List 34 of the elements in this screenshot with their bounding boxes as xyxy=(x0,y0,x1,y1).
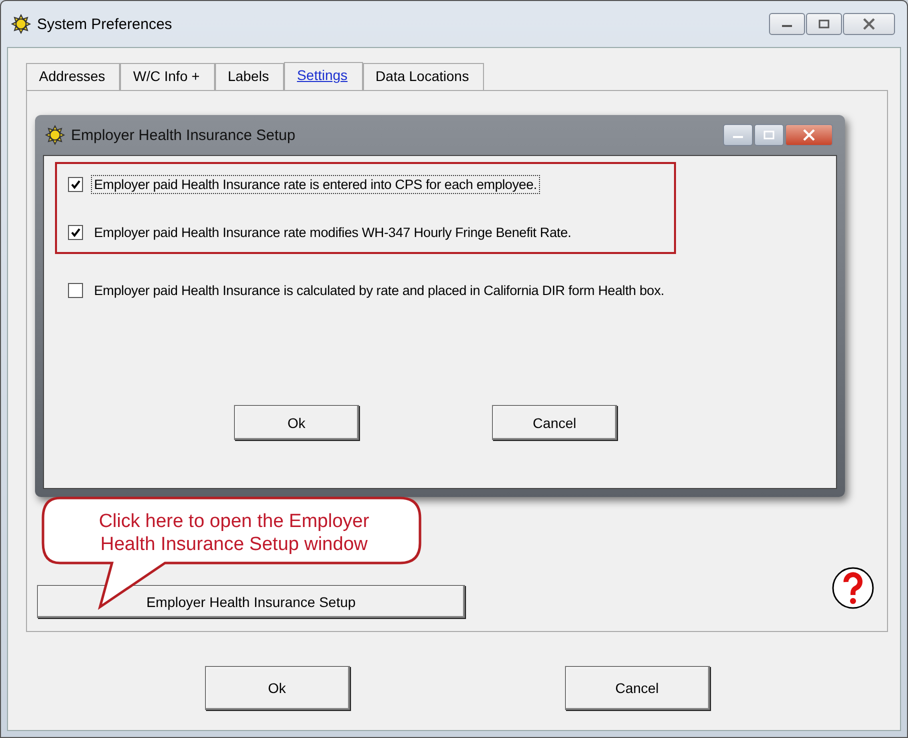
maximize-icon xyxy=(763,130,775,140)
checkbox[interactable] xyxy=(68,176,83,192)
sun-icon xyxy=(11,14,31,34)
maximize-icon xyxy=(818,19,830,29)
callout-text: Click here to open the Employer Health Insurance Setup window xyxy=(98,510,370,556)
close-button[interactable] xyxy=(843,13,895,35)
sun-icon xyxy=(45,125,65,145)
tab[interactable]: Addresses xyxy=(26,63,120,90)
dialog-title: Employer Health Insurance Setup xyxy=(71,126,296,144)
checkbox-label: Employer paid Health Insurance rate is entered into CPS for each employee. xyxy=(91,174,540,194)
tab[interactable]: Data Locations xyxy=(362,63,484,90)
close-icon xyxy=(802,129,816,141)
window-title: System Preferences xyxy=(37,16,174,32)
ok-button[interactable]: Ok xyxy=(234,405,359,440)
checkbox[interactable] xyxy=(68,282,83,298)
check-icon xyxy=(70,178,81,190)
help-icon[interactable] xyxy=(831,566,875,610)
ok-button[interactable]: Ok xyxy=(204,666,350,710)
check-icon xyxy=(70,226,81,238)
cancel-button[interactable]: Cancel xyxy=(564,666,710,710)
maximize-button[interactable] xyxy=(806,13,842,35)
setup-button[interactable]: Employer Health Insurance Setup xyxy=(37,585,465,618)
tab[interactable]: Labels xyxy=(214,63,284,90)
checkbox-label: Employer paid Health Insurance rate modifies WH-347 Hourly Fringe Benefit Rate. xyxy=(93,224,572,242)
tab[interactable]: W/C Info + xyxy=(120,63,215,90)
checkbox-label: Employer paid Health Insurance is calculated by rate and placed in California DIR form Health box. xyxy=(93,282,666,300)
cancel-button[interactable]: Cancel xyxy=(492,405,617,440)
close-button[interactable] xyxy=(785,124,833,146)
tab[interactable]: Settings xyxy=(284,62,363,91)
close-icon xyxy=(862,18,876,30)
maximize-button[interactable] xyxy=(754,124,784,146)
minimize-button[interactable] xyxy=(769,13,805,35)
minimize-button[interactable] xyxy=(723,124,753,146)
checkbox[interactable] xyxy=(68,224,83,240)
